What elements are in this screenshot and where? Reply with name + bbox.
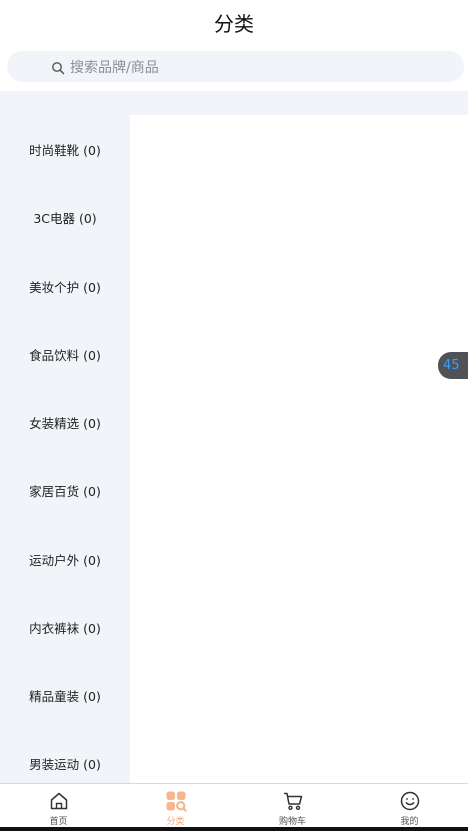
sidebar-item-beauty-care[interactable]: 美妆个护 (0): [0, 266, 130, 306]
category-icon: [166, 791, 187, 812]
cart-icon: [283, 792, 302, 810]
sidebar-item-label: 家居百货 (0): [29, 483, 101, 499]
tab-label: 购物车: [278, 817, 306, 827]
search-input[interactable]: 搜索品牌/商品: [7, 51, 464, 82]
sidebar-item-kids-wear[interactable]: 精品童装 (0): [0, 675, 130, 715]
tab-label: 首页: [49, 817, 68, 827]
sidebar-item-fashion-shoes[interactable]: 时尚鞋靴 (0): [0, 129, 130, 169]
sidebar-item-sports-outdoor[interactable]: 运动户外 (0): [0, 539, 130, 579]
page-title: 分类: [214, 11, 254, 36]
sidebar-item-womens-wear[interactable]: 女装精选 (0): [0, 402, 130, 442]
tab-profile[interactable]: 我的: [351, 784, 468, 827]
sidebar-item-label: 精品童装 (0): [29, 688, 101, 704]
tab-home[interactable]: 首页: [0, 784, 117, 827]
floating-badge-text: 45: [443, 358, 460, 373]
category-sidebar: 时尚鞋靴 (0) 3C电器 (0) 美妆个护 (0) 食品饮料 (0) 女装精选…: [0, 115, 130, 783]
bottom-system-bar: [0, 827, 468, 831]
sidebar-item-home-goods[interactable]: 家居百货 (0): [0, 470, 130, 510]
tab-label: 分类: [166, 817, 185, 827]
sidebar-item-label: 女装精选 (0): [29, 415, 101, 431]
sidebar-item-underwear[interactable]: 内衣裤袜 (0): [0, 607, 130, 647]
search-placeholder: 搜索品牌/商品: [70, 59, 159, 76]
sidebar-item-label: 时尚鞋靴 (0): [29, 142, 101, 158]
top-header: 分类: [0, 0, 468, 44]
tab-cart[interactable]: 购物车: [234, 784, 351, 827]
category-content-panel: [130, 115, 468, 783]
search-icon: [51, 60, 65, 74]
sidebar-item-label: 男装运动 (0): [29, 756, 101, 772]
sidebar-item-food-drinks[interactable]: 食品饮料 (0): [0, 334, 130, 374]
sidebar-item-label: 运动户外 (0): [29, 552, 101, 568]
section-divider-band: [0, 91, 468, 115]
floating-badge[interactable]: 45: [438, 352, 468, 379]
tab-label: 我的: [400, 817, 419, 827]
sidebar-item-label: 3C电器 (0): [33, 210, 97, 226]
sidebar-item-mens-sports[interactable]: 男装运动 (0): [0, 743, 130, 783]
sidebar-item-label: 美妆个护 (0): [29, 279, 101, 295]
tab-category[interactable]: 分类: [117, 784, 234, 827]
bottom-tab-bar: 首页 分类 购物车 我的: [0, 783, 468, 827]
sidebar-item-label: 内衣裤袜 (0): [29, 620, 101, 636]
sidebar-item-3c-electronics[interactable]: 3C电器 (0): [0, 197, 130, 237]
smile-icon: [400, 791, 419, 811]
sidebar-item-label: 食品饮料 (0): [29, 347, 101, 363]
home-icon: [50, 792, 67, 810]
